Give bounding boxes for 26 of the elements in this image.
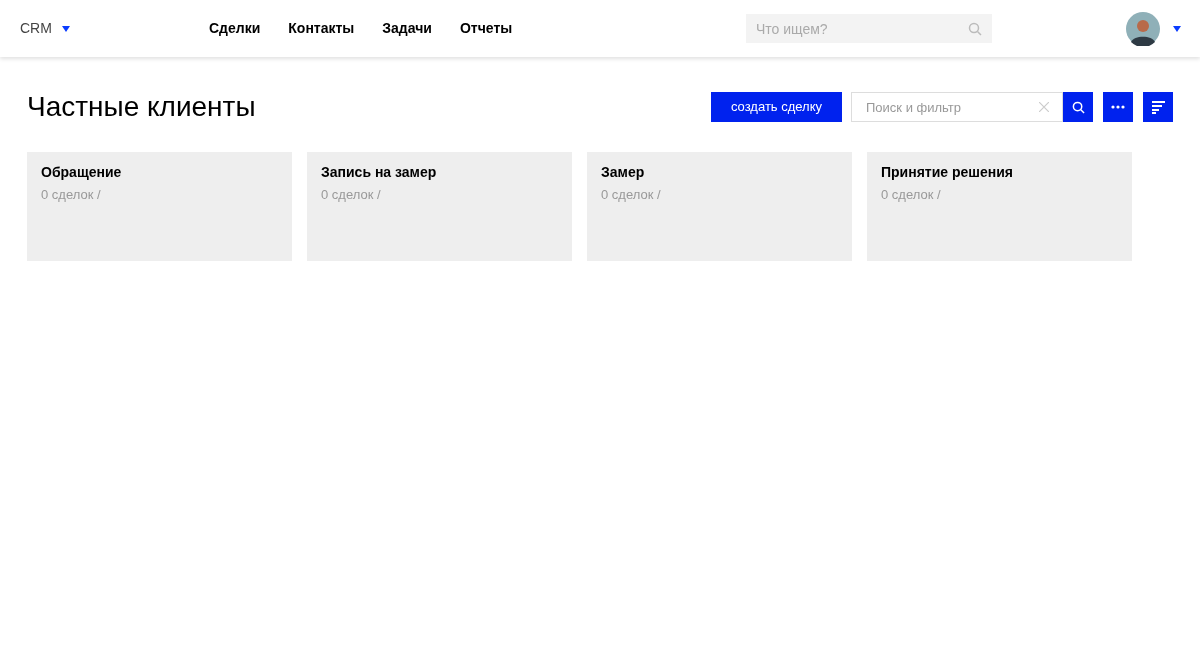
search-icon [968, 22, 982, 36]
app-menu-button[interactable]: CRM [20, 18, 170, 39]
deal-count: 0 сделок / [321, 186, 382, 204]
create-deal-button[interactable]: создать сделку [711, 92, 842, 122]
search-icon [1071, 100, 1085, 114]
search-field[interactable]: Что ищем? [746, 14, 992, 43]
filter-field[interactable]: Поиск и фильтр [851, 92, 1063, 122]
nav-link[interactable]: Задачи [382, 18, 432, 39]
nav-link[interactable]: Контакты [288, 18, 355, 39]
deal-count: 0 сделок / [601, 186, 662, 204]
caret-icon [1173, 25, 1181, 32]
stage-title: Принятие решения [881, 163, 1014, 182]
nav-link[interactable]: Отчеты [459, 18, 513, 39]
avatar[interactable] [1126, 11, 1160, 46]
deal-count: 0 сделок / [41, 186, 102, 204]
more-icon [1111, 105, 1125, 109]
deal-count: 0 сделок / [881, 186, 942, 204]
stage-title: Обращение [41, 163, 123, 182]
search-button[interactable] [1063, 92, 1093, 122]
nav-link[interactable]: Сделки [209, 18, 261, 39]
page-title: Частные клиенты [27, 90, 256, 124]
stage-title: Запись на замер [321, 163, 438, 182]
stage-title: Замер [601, 163, 646, 182]
sort-icon [1151, 100, 1165, 114]
caret-icon [61, 25, 70, 32]
sort-button[interactable] [1143, 92, 1173, 122]
